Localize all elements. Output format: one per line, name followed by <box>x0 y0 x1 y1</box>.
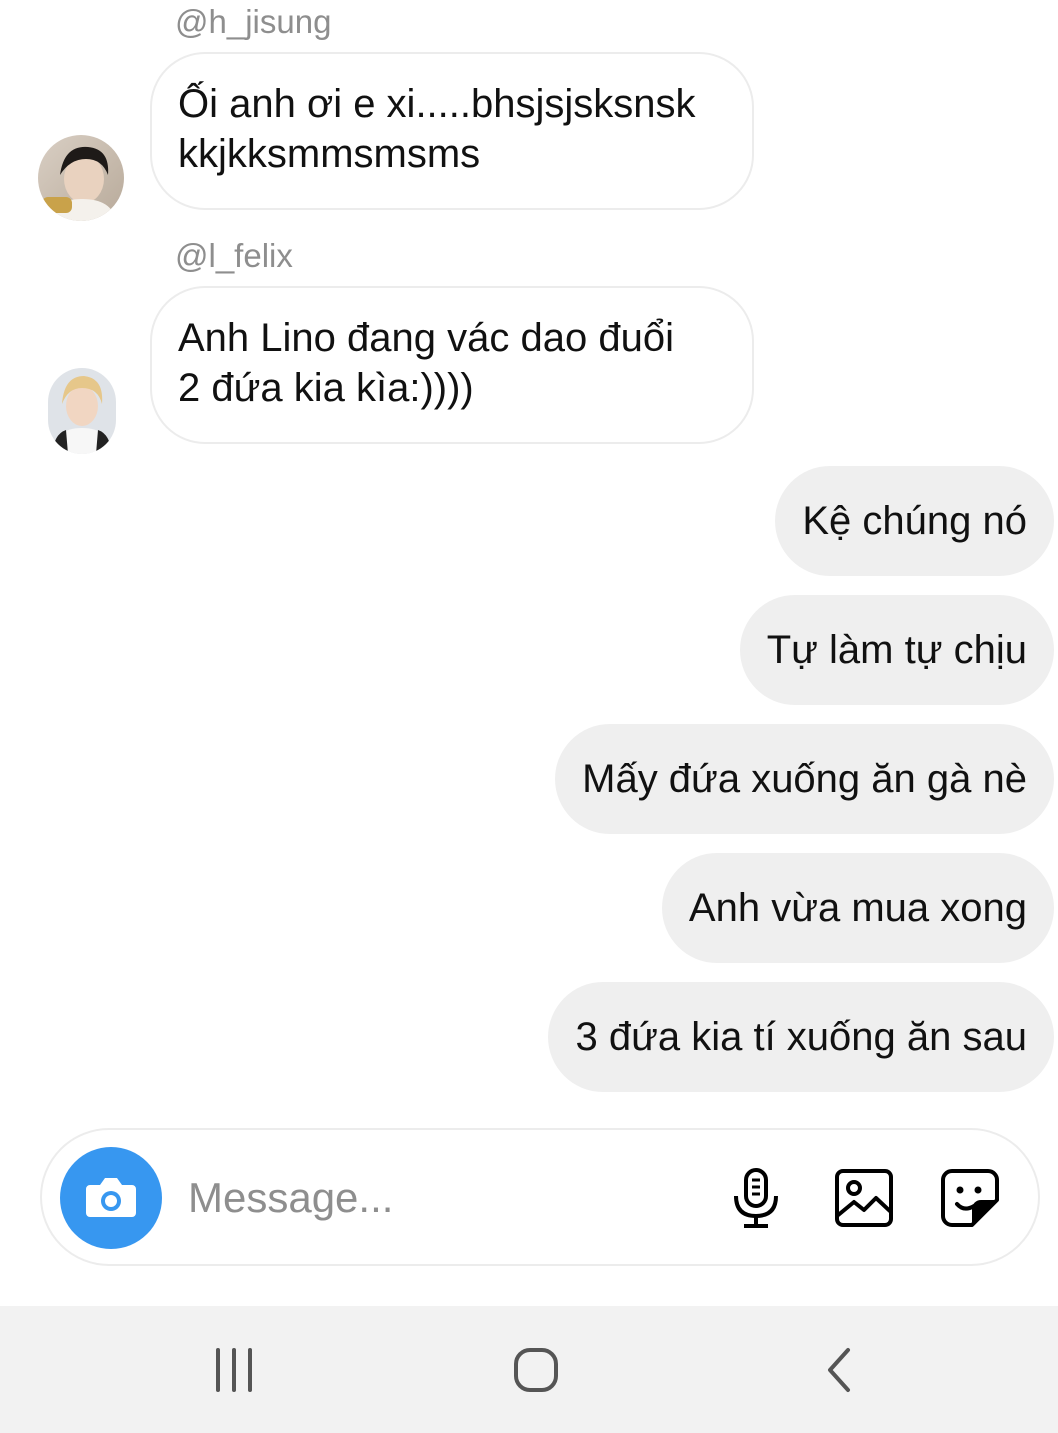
user-avatar-photo <box>48 368 116 454</box>
camera-button[interactable] <box>60 1147 162 1249</box>
chat-screen: @h_jisung Ối anh ơi e xi.....bhsjsjsksns… <box>0 0 1058 1433</box>
sticker-icon <box>941 1169 999 1227</box>
gallery-button[interactable] <box>832 1166 896 1230</box>
microphone-icon <box>734 1168 778 1228</box>
message-line: kkjkksmmsmsms <box>178 132 481 176</box>
message-line: 2 đứa kia kìa:)))) <box>178 366 474 410</box>
user-avatar-photo <box>38 135 124 221</box>
sender-name: @h_jisung <box>175 3 332 40</box>
message-input[interactable] <box>188 1170 688 1226</box>
outgoing-message-bubble[interactable]: Tự làm tự chịu <box>739 595 1054 705</box>
sticker-button[interactable] <box>938 1166 1002 1230</box>
back-button[interactable] <box>808 1344 868 1396</box>
home-button[interactable] <box>506 1344 566 1396</box>
home-icon <box>514 1348 558 1392</box>
outgoing-message-bubble[interactable]: 3 đứa kia tí xuống ăn sau <box>548 982 1054 1092</box>
outgoing-message-bubble[interactable]: Anh vừa mua xong <box>661 853 1054 963</box>
incoming-message-bubble[interactable]: Ối anh ơi e xi.....bhsjsjsksnsk kkjkksmm… <box>150 52 754 210</box>
system-navigation-bar <box>0 1306 1058 1433</box>
message-line: Ối anh ơi e xi.....bhsjsjsksnsk <box>178 82 696 126</box>
camera-icon <box>86 1178 136 1217</box>
recents-icon <box>216 1348 252 1392</box>
message-line: Anh Lino đang vác dao đuổi <box>178 316 674 360</box>
avatar[interactable] <box>38 135 124 221</box>
avatar[interactable] <box>48 368 116 454</box>
incoming-message-bubble[interactable]: Anh Lino đang vác dao đuổi 2 đứa kia kìa… <box>150 286 754 444</box>
recents-button[interactable] <box>204 1344 264 1396</box>
sender-name: @l_felix <box>175 237 293 274</box>
image-icon <box>835 1169 893 1227</box>
outgoing-message-bubble[interactable]: Mấy đứa xuống ăn gà nè <box>555 724 1054 834</box>
voice-message-button[interactable] <box>724 1166 788 1230</box>
message-composer <box>40 1128 1040 1266</box>
back-icon <box>828 1348 850 1392</box>
outgoing-message-bubble[interactable]: Kệ chúng nó <box>775 466 1054 576</box>
